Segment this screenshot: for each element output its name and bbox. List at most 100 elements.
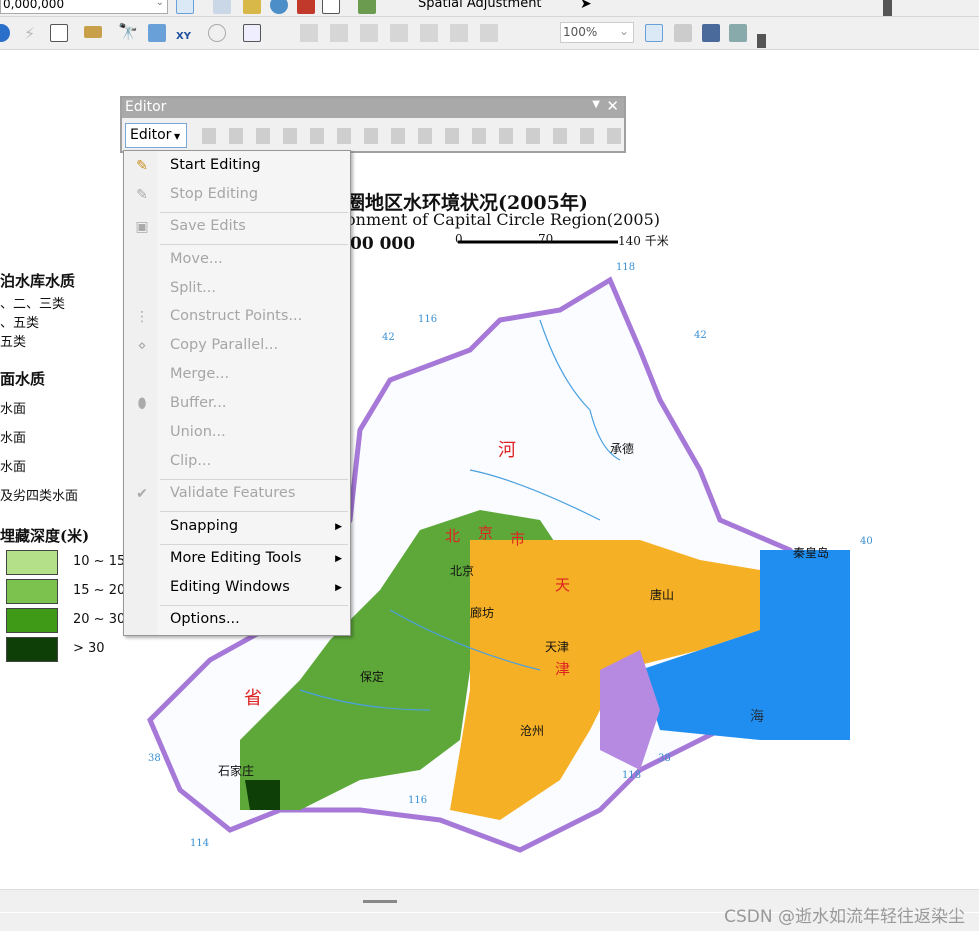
model-builder-icon[interactable] [358, 0, 376, 14]
editor-tools-disabled [202, 128, 622, 144]
grid-label: 116 [408, 795, 428, 806]
legend-item: 水面 [0, 460, 27, 475]
legend-item: 20 ~ 30 [73, 612, 126, 627]
scale-combobox[interactable]: 0,000,000 ⌄ [0, 0, 168, 14]
window-options-icon[interactable]: ▼ [592, 99, 600, 110]
legend-item: 水面 [0, 402, 27, 417]
route-icon[interactable] [148, 24, 166, 42]
province-label: 津 [555, 660, 571, 678]
spatial-adjustment-menu[interactable]: Spatial Adjustment [418, 0, 542, 11]
menu-item-snapping[interactable]: Snapping [170, 518, 238, 534]
province-label: 市 [510, 530, 526, 548]
submenu-arrow-icon: ▶ [335, 554, 342, 564]
menu-item-start-editing[interactable]: Start Editing [170, 157, 261, 173]
grid-label: 118 [616, 262, 636, 273]
legend-swatch [6, 579, 58, 604]
toggle-draft-mode-icon[interactable] [645, 24, 663, 42]
find-icon[interactable] [50, 24, 68, 42]
place-label: 廊坊 [470, 606, 495, 620]
select-elements-icon[interactable] [176, 0, 194, 14]
menu-item-icon: ▣ [135, 219, 149, 235]
submenu-arrow-icon: ▶ [335, 522, 342, 532]
close-icon[interactable]: ✕ [606, 97, 619, 115]
change-layout-icon[interactable] [702, 24, 720, 42]
menu-separator [160, 479, 348, 480]
place-label: 天津 [545, 640, 570, 654]
grid-label: 42 [694, 330, 707, 341]
scale-value: 0,000,000 [3, 0, 65, 11]
menu-item-save-edits[interactable]: Save Edits [170, 218, 246, 234]
toolbar-overflow-icon[interactable] [757, 34, 766, 48]
legend-swatch [6, 608, 58, 633]
scalebar-label: 140 千米 [618, 234, 669, 248]
editor-dropdown-button[interactable]: Editor ▼ [125, 123, 187, 148]
menu-item-options[interactable]: Options... [170, 611, 240, 627]
editor-window-title: Editor [125, 99, 167, 115]
menu-item-icon: ⋮ [135, 309, 149, 325]
legend-item: 、五类 [0, 316, 40, 331]
grid-label: 40 [860, 536, 873, 547]
place-label: 沧州 [520, 724, 545, 738]
menu-item-construct-points[interactable]: Construct Points... [170, 308, 302, 324]
zoom-combobox[interactable]: 100% ⌄ [560, 22, 634, 43]
go-to-xy-icon[interactable]: XY [176, 31, 191, 42]
map-title-en: onment of Capital Circle Region(2005) [346, 210, 661, 229]
scalebar-label: 0 [455, 232, 463, 246]
legend-item: 15 ~ 20 [73, 583, 126, 598]
magnifier-window-icon[interactable] [243, 24, 261, 42]
editor-toolbar-window: Editor ▼ ✕ Editor ▼ [120, 96, 626, 153]
province-label: 北 [445, 527, 461, 545]
grid-label: 118 [622, 770, 642, 781]
menu-item-editing-windows[interactable]: Editing Windows [170, 579, 290, 595]
menu-item-buffer[interactable]: Buffer... [170, 395, 227, 411]
editor-window-titlebar[interactable]: Editor ▼ ✕ [122, 97, 624, 118]
legend-item: 水面 [0, 431, 27, 446]
legend-swatch [6, 637, 58, 662]
toolbox-icon[interactable] [297, 0, 315, 14]
sea-label: 海 [750, 709, 764, 725]
time-slider-icon[interactable] [208, 24, 226, 42]
measure-icon[interactable] [84, 26, 102, 38]
pointer-icon[interactable]: ➤ [580, 0, 592, 12]
menu-item-more-editing-tools[interactable]: More Editing Tools [170, 550, 301, 566]
menu-item-icon: ✎ [136, 187, 148, 203]
menu-item-split[interactable]: Split... [170, 280, 216, 296]
identify-icon[interactable] [0, 24, 10, 42]
place-label: 唐山 [650, 588, 675, 602]
menu-item-copy-parallel[interactable]: Copy Parallel... [170, 337, 278, 353]
chevron-down-icon[interactable]: ⌄ [619, 24, 629, 38]
binoculars-icon[interactable]: 🔭 [118, 22, 138, 41]
table-icon[interactable] [213, 0, 231, 14]
legend-item: 10 ~ 15 [73, 554, 126, 569]
menu-item-merge[interactable]: Merge... [170, 366, 229, 382]
data-driven-pages-icon[interactable] [729, 24, 747, 42]
grid-label: 114 [190, 838, 210, 849]
menu-item-icon: ✎ [136, 158, 148, 174]
legend-item: > 30 [73, 641, 105, 656]
catalog-icon[interactable] [243, 0, 261, 14]
zoom-value: 100% [563, 25, 598, 39]
map-scale-text: 00 000 [350, 234, 416, 254]
grid-label: 38 [658, 753, 671, 764]
globe-icon[interactable] [270, 0, 288, 14]
menu-item-validate-features[interactable]: Validate Features [170, 485, 295, 501]
province-label: 天 [555, 576, 571, 594]
zoom-tools-disabled [300, 24, 500, 42]
html-popup-icon[interactable]: ⚡ [24, 24, 35, 43]
menu-item-union[interactable]: Union... [170, 424, 226, 440]
toolbar-overflow-icon[interactable] [883, 0, 892, 16]
menu-item-clip[interactable]: Clip... [170, 453, 211, 469]
chevron-down-icon[interactable]: ⌄ [156, 0, 164, 8]
splitter-handle[interactable] [363, 900, 397, 903]
menu-item-stop-editing[interactable]: Stop Editing [170, 186, 258, 202]
focus-frame-icon[interactable] [674, 24, 692, 42]
legend-item: 五类 [0, 335, 27, 350]
editor-dropdown-label: Editor [130, 127, 172, 143]
window-icon[interactable] [322, 0, 340, 14]
menu-item-move[interactable]: Move... [170, 251, 223, 267]
province-label: 省 [244, 688, 262, 709]
legend-item: 、二、三类 [0, 297, 66, 312]
submenu-arrow-icon: ▶ [335, 583, 342, 593]
place-label: 石家庄 [218, 764, 255, 778]
menu-separator [160, 244, 348, 245]
